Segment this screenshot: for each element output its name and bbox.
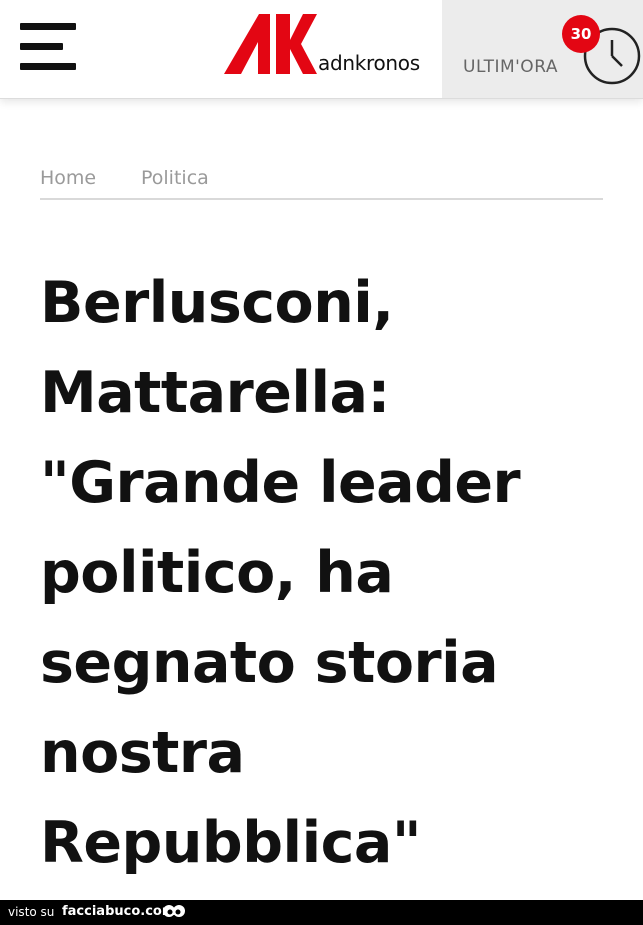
breadcrumb-politica-link[interactable]: Politica [141,167,209,189]
brand-name: adnkronos [318,51,420,75]
hamburger-menu-icon[interactable] [20,23,76,73]
eyes-icon [163,905,185,917]
site-header: adnkronos ULTIM'ORA 30 [0,0,643,99]
article-headline: Berlusconi, Mattarella: "Grande leader p… [40,270,521,876]
notification-badge: 30 [562,15,600,53]
ultimora-label: ULTIM'ORA [463,57,558,77]
adnkronos-logo-mark [224,14,317,74]
footer-site-name: facciabuco.com [62,904,176,919]
adnkronos-logo[interactable]: adnkronos [222,14,442,78]
brand-text: adnkronos [318,51,420,75]
ultimora-button[interactable]: ULTIM'ORA 30 [442,0,643,98]
breadcrumb: Home Politica [40,164,603,200]
footer-visto-su: visto su [8,905,55,919]
breadcrumb-home-link[interactable]: Home [40,167,96,189]
watermark-footer: visto su facciabuco.com [0,900,643,925]
